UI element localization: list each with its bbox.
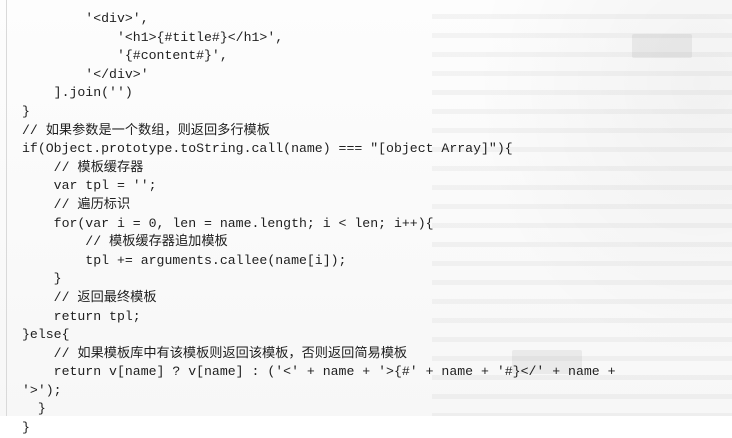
book-page: '<div>', '<h1>{#title#}</h1>', '{#conten… (0, 0, 732, 435)
code-line: for(var i = 0, len = name.length; i < le… (22, 215, 434, 231)
code-line: if(Object.prototype.toString.call(name) … (22, 141, 513, 157)
code-line: } (22, 103, 30, 119)
code-line: return v[name] ? v[name] : ('<' + name +… (22, 364, 616, 380)
code-line: return tpl; (22, 308, 141, 324)
code-comment-line: // 如果参数是一个数组，则返回多行模板 (22, 122, 270, 138)
code-comment-line: // 模板缓存器追加模板 (22, 234, 228, 250)
code-line: } (22, 271, 62, 287)
code-line: var tpl = ''; (22, 178, 157, 194)
code-line: '<h1>{#title#}</h1>', (22, 29, 284, 45)
code-line: ].join('') (22, 85, 133, 101)
code-line: } (22, 420, 30, 436)
code-comment-line: // 模板缓存器 (22, 159, 144, 175)
code-line: tpl += arguments.callee(name[i]); (22, 252, 347, 268)
code-comment-line: // 如果模板库中有该模板则返回该模板，否则返回简易模板 (22, 345, 408, 361)
code-line: '</div>' (22, 66, 149, 82)
code-line: } (22, 401, 46, 417)
code-line: '>'); (22, 382, 62, 398)
bleed-heading (632, 34, 692, 58)
code-line: '<div>', (22, 11, 149, 26)
code-comment-line: // 遍历标识 (22, 196, 131, 212)
code-line: '{#content#}', (22, 48, 228, 64)
code-listing: '<div>', '<h1>{#title#}</h1>', '{#conten… (22, 10, 616, 438)
code-comment-line: // 返回最终模板 (22, 289, 157, 305)
code-line: }else{ (22, 327, 70, 343)
page-margin-rule (6, 0, 7, 416)
